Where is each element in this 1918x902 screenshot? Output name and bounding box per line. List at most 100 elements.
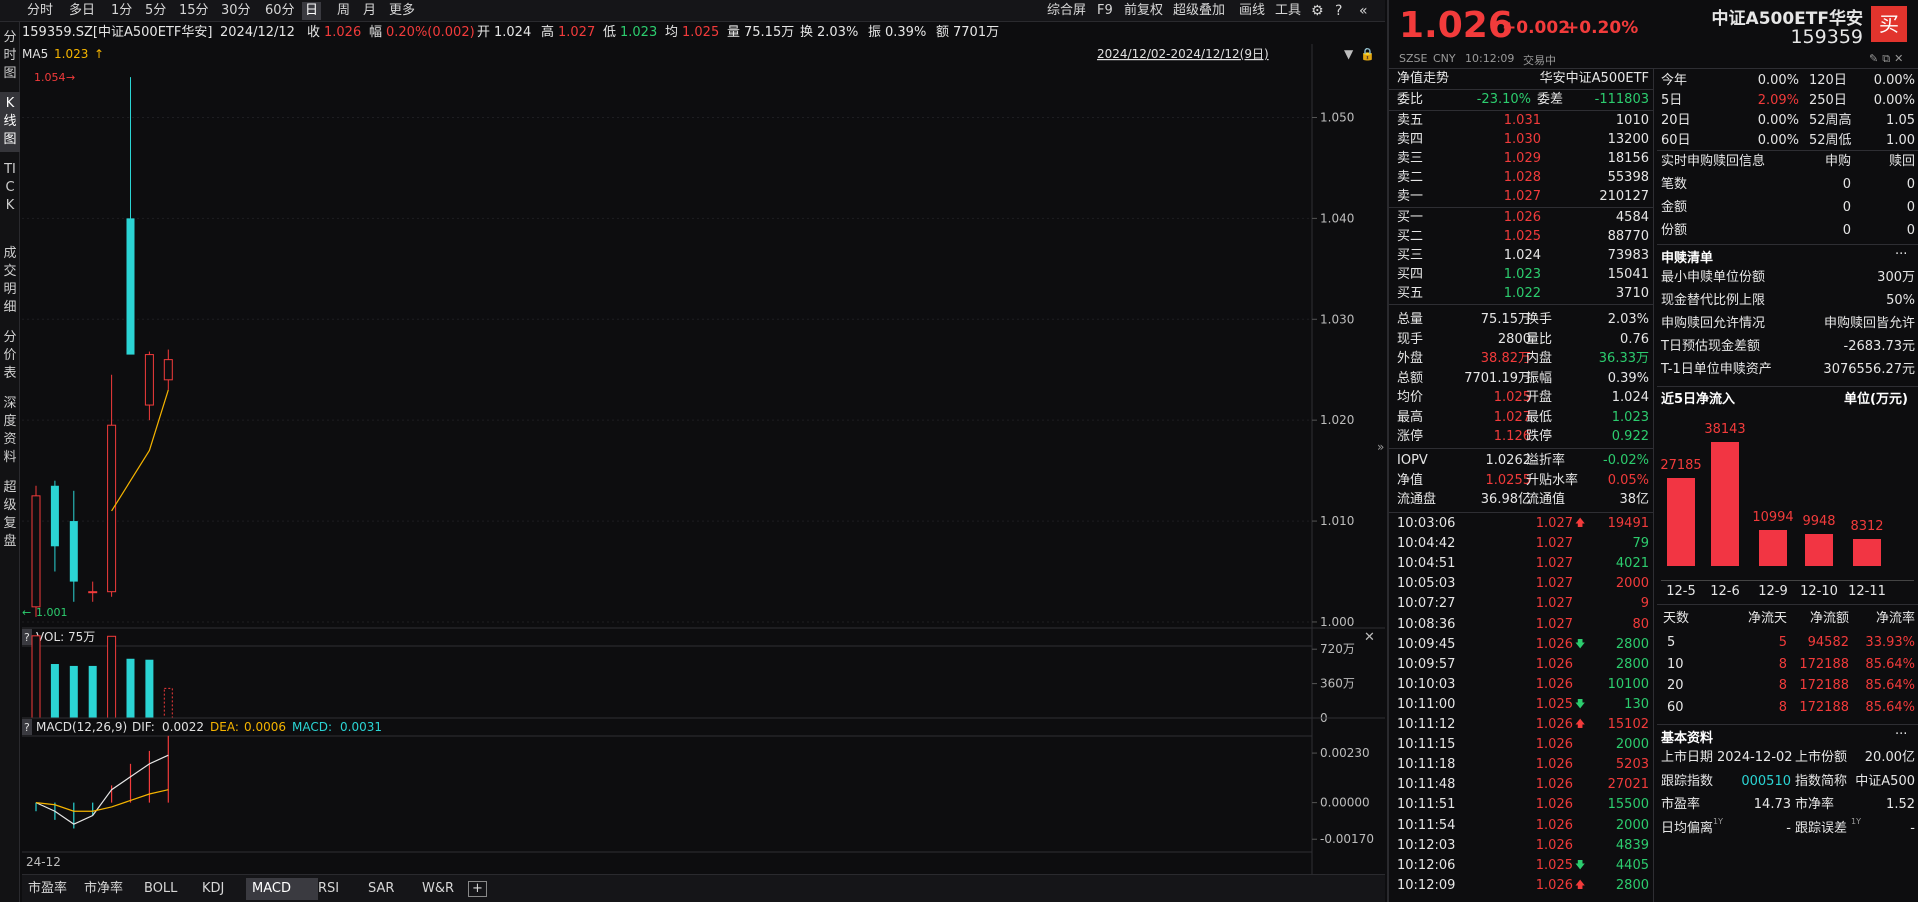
expand-icon[interactable]: »	[1377, 440, 1384, 454]
arrow-down-icon: 🡇	[1575, 698, 1586, 710]
turn-label: 换	[800, 25, 814, 40]
ask-price-2: 1.029	[1503, 151, 1541, 166]
indicator-tab-5[interactable]: RSI	[312, 878, 345, 900]
basic2-label-0: 上市份额	[1795, 750, 1848, 765]
sidenav-item-5[interactable]: 深度资料	[0, 392, 20, 470]
flow-h-1: 净流天	[1747, 611, 1787, 626]
stat2-label-0: 换手	[1526, 312, 1553, 327]
candle-body-2	[69, 521, 78, 582]
perf-label-0: 今年	[1661, 73, 1688, 88]
low-label: 低	[603, 25, 617, 40]
indicator-tab-0[interactable]: 市盈率	[22, 878, 73, 900]
sidenav-item-0[interactable]: 分时图	[0, 26, 20, 86]
bid-label-3: 买四	[1397, 267, 1424, 282]
macd-value-label: MACD:	[292, 720, 332, 734]
toolbar-btn-0[interactable]: 综合屏	[1044, 2, 1089, 20]
range-dropdown-icon[interactable]: ▼	[1344, 47, 1354, 61]
toolbar-btn-5[interactable]: 工具	[1272, 2, 1304, 20]
list-more-icon[interactable]: ···	[1895, 247, 1907, 262]
indicator-tab-3[interactable]: KDJ	[196, 878, 230, 900]
stat-value-0: 75.15万	[1480, 312, 1531, 327]
period-tab-2[interactable]: 1分	[108, 2, 135, 20]
stat-label-0: 总量	[1397, 312, 1424, 327]
tick-price-7: 1.026	[1535, 656, 1573, 672]
perf-value-0: 0.00%	[1757, 73, 1799, 88]
ask-price-3: 1.028	[1503, 170, 1541, 185]
indicator-tab-7[interactable]: W&R	[416, 878, 460, 900]
redeem-col-buy: 申购	[1824, 154, 1851, 169]
toolbar-btn-3[interactable]: 超级叠加	[1170, 2, 1228, 20]
ask-vol-0: 1010	[1615, 113, 1649, 128]
macd-value: 0.0031	[340, 720, 382, 734]
list-label-3: T日预估现金差额	[1661, 339, 1760, 354]
toolbar-btn-4[interactable]: 画线	[1236, 2, 1268, 20]
indicator-tab-6[interactable]: SAR	[362, 878, 400, 900]
stat-label-3: 总额	[1397, 370, 1424, 386]
tick-time-16: 10:12:03	[1397, 837, 1456, 853]
period-tab-4[interactable]: 15分	[176, 2, 212, 20]
ask-label-1: 卖四	[1397, 132, 1424, 147]
stat-value-5: 1.027	[1493, 409, 1531, 425]
period-tab-3[interactable]: 5分	[142, 2, 169, 20]
flow-bar-label-0: 27185	[1660, 457, 1702, 473]
basic-more-icon[interactable]: ···	[1895, 727, 1907, 742]
flow-amt-0: 94582	[1807, 635, 1849, 650]
vol-label: VOL: 75万	[36, 630, 95, 644]
sidenav-item-4[interactable]: 分价表	[0, 326, 20, 386]
panel-tool-icons[interactable]: ✎⧉✕	[1869, 52, 1907, 66]
period-tab-5[interactable]: 30分	[218, 2, 254, 20]
vol-bar-5	[126, 658, 135, 718]
period-tab-9[interactable]: 月	[360, 2, 379, 20]
toolbar-btn-2[interactable]: 前复权	[1121, 2, 1166, 20]
period-tab-10[interactable]: 更多	[386, 2, 418, 20]
sidenav-item-3[interactable]: 成交明细	[0, 242, 20, 320]
period-tab-6[interactable]: 60分	[262, 2, 298, 20]
ask-label-0: 卖五	[1397, 113, 1424, 128]
lock-icon[interactable]: 🔒	[1360, 47, 1375, 61]
stat-label-5: 最高	[1397, 409, 1424, 425]
indicator-tab-4[interactable]: MACD	[246, 878, 318, 900]
tick-price-17: 1.025	[1535, 857, 1573, 873]
ma5-label: MA5	[22, 47, 48, 61]
period-tab-0[interactable]: 分时	[24, 2, 56, 20]
add-tab-icon[interactable]: +	[468, 881, 487, 897]
avg-value: 1.025	[682, 25, 720, 40]
flow-bar-label-2: 10994	[1752, 510, 1794, 526]
ask-price-1: 1.030	[1503, 132, 1541, 147]
buy-button[interactable]: 买	[1871, 6, 1907, 42]
turn-value: 2.03%	[817, 25, 859, 40]
help-icon[interactable]: ?	[1332, 2, 1345, 20]
flow-rate-3: 85.64%	[1865, 699, 1915, 715]
bid-label-0: 买一	[1397, 210, 1424, 225]
kline-chart-svg[interactable]: 1.050 1.040 1.030 1.020 1.010 1.000 MA5 1.023 ↑ 2…	[22, 44, 1385, 874]
quote-info-bar: 159359.SZ[中证A500ETF华安] 2024/12/12 收 1.02…	[22, 22, 1385, 44]
high-label: 高	[541, 25, 555, 40]
stat2-value-5: 1.023	[1611, 409, 1649, 425]
stat2-label-2: 内盘	[1526, 351, 1553, 366]
indicator-tab-2[interactable]: BOLL	[138, 878, 183, 900]
flow-bar-cat-0: 12-5	[1666, 584, 1696, 599]
period-tab-8[interactable]: 周	[334, 2, 353, 20]
sidenav-item-6[interactable]: 超级复盘	[0, 476, 20, 554]
basic2-value-0: 20.00亿	[1864, 750, 1915, 765]
collapse-icon[interactable]: «	[1356, 2, 1371, 20]
period-tab-1[interactable]: 多日	[66, 2, 98, 20]
last-price: 1.026	[1399, 5, 1513, 46]
sidenav-item-1[interactable]: K线图	[0, 92, 20, 152]
stat-value-2: 38.82万	[1480, 351, 1531, 366]
macd-ytick-0: 0.00230	[1320, 746, 1370, 760]
bid-vol-4: 3710	[1615, 286, 1649, 301]
date-range[interactable]: 2024/12/02-2024/12/12(9日)	[1097, 47, 1269, 61]
toolbar-btn-1[interactable]: F9	[1094, 2, 1116, 20]
bid-vol-2: 73983	[1607, 248, 1649, 263]
indicator-tab-1[interactable]: 市净率	[78, 878, 129, 900]
stat-label-2: 外盘	[1397, 351, 1424, 366]
amt-value: 7701万	[953, 25, 1000, 40]
settings-icon[interactable]: ⚙	[1308, 2, 1327, 20]
period-tab-7[interactable]: 日	[302, 2, 322, 20]
flow-bar-0	[1667, 477, 1695, 566]
close-icon[interactable]: ✕	[1364, 630, 1375, 645]
sidenav-item-2[interactable]: TICK	[0, 158, 20, 236]
tick-time-12: 10:11:18	[1397, 757, 1456, 773]
quote-panel: 1.026 +0.002 +0.20% 中证A500ETF华安 159359 买…	[1377, 0, 1918, 902]
